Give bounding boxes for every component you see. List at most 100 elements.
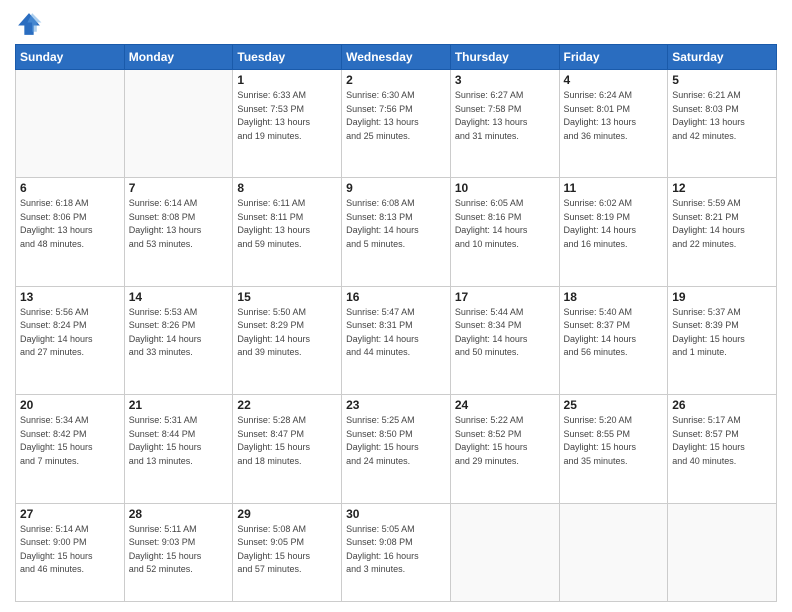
day-info: Sunrise: 5:28 AMSunset: 8:47 PMDaylight:… [237,414,337,468]
day-info: Sunrise: 5:05 AMSunset: 9:08 PMDaylight:… [346,523,446,577]
calendar-cell [450,503,559,601]
calendar-cell [668,503,777,601]
day-info: Sunrise: 6:08 AMSunset: 8:13 PMDaylight:… [346,197,446,251]
calendar-cell: 20Sunrise: 5:34 AMSunset: 8:42 PMDayligh… [16,395,125,503]
day-number: 13 [20,290,120,304]
calendar-cell: 25 Sunrise: 5:20 AMSunset: 8:55 PMDayligh… [559,395,668,503]
calendar-table: SundayMondayTuesdayWednesdayThursdayFrid… [15,44,777,602]
day-number: 16 [346,290,446,304]
logo-icon [15,10,43,38]
day-info: Sunrise: 5:31 AMSunset: 8:44 PMDaylight:… [129,414,229,468]
day-number: 21 [129,398,229,412]
day-info: Sunrise: 5:53 AMSunset: 8:26 PMDaylight:… [129,306,229,360]
day-number: 15 [237,290,337,304]
day-info: Sunrise: 6:21 AMSunset: 8:03 PMDaylight:… [672,89,772,143]
calendar-cell [124,70,233,178]
week-row-2: 6 Sunrise: 6:18 AMSunset: 8:06 PMDaylight… [16,178,777,286]
calendar-cell: 7Sunrise: 6:14 AMSunset: 8:08 PMDaylight… [124,178,233,286]
calendar-cell: 6 Sunrise: 6:18 AMSunset: 8:06 PMDaylight… [16,178,125,286]
calendar-cell: 30 Sunrise: 5:05 AMSunset: 9:08 PMDayligh… [342,503,451,601]
calendar-cell: 13 Sunrise: 5:56 AMSunset: 8:24 PMDayligh… [16,286,125,394]
day-number: 18 [564,290,664,304]
header [15,10,777,38]
calendar-cell: 8 Sunrise: 6:11 AMSunset: 8:11 PMDaylight… [233,178,342,286]
calendar-cell [16,70,125,178]
weekday-header-thursday: Thursday [450,45,559,70]
calendar-cell: 26 Sunrise: 5:17 AMSunset: 8:57 PMDayligh… [668,395,777,503]
day-info: Sunrise: 5:17 AMSunset: 8:57 PMDaylight:… [672,414,772,468]
calendar-cell: 18 Sunrise: 5:40 AMSunset: 8:37 PMDayligh… [559,286,668,394]
weekday-header-tuesday: Tuesday [233,45,342,70]
calendar-cell: 14 Sunrise: 5:53 AMSunset: 8:26 PMDayligh… [124,286,233,394]
calendar-cell: 17 Sunrise: 5:44 AMSunset: 8:34 PMDayligh… [450,286,559,394]
day-info: Sunrise: 5:25 AMSunset: 8:50 PMDaylight:… [346,414,446,468]
day-number: 26 [672,398,772,412]
day-number: 2 [346,73,446,87]
weekday-header-saturday: Saturday [668,45,777,70]
week-row-5: 27Sunrise: 5:14 AMSunset: 9:00 PMDayligh… [16,503,777,601]
day-number: 19 [672,290,772,304]
day-info: Sunrise: 6:11 AMSunset: 8:11 PMDaylight:… [237,197,337,251]
day-number: 9 [346,181,446,195]
day-number: 24 [455,398,555,412]
calendar-cell: 28Sunrise: 5:11 AMSunset: 9:03 PMDayligh… [124,503,233,601]
day-number: 10 [455,181,555,195]
day-info: Sunrise: 6:33 AMSunset: 7:53 PMDaylight:… [237,89,337,143]
day-number: 25 [564,398,664,412]
day-number: 4 [564,73,664,87]
day-info: Sunrise: 5:37 AMSunset: 8:39 PMDaylight:… [672,306,772,360]
week-row-1: 1 Sunrise: 6:33 AMSunset: 7:53 PMDaylight… [16,70,777,178]
calendar-cell: 15 Sunrise: 5:50 AMSunset: 8:29 PMDayligh… [233,286,342,394]
day-number: 20 [20,398,120,412]
day-info: Sunrise: 5:56 AMSunset: 8:24 PMDaylight:… [20,306,120,360]
calendar-cell: 10 Sunrise: 6:05 AMSunset: 8:16 PMDayligh… [450,178,559,286]
day-number: 23 [346,398,446,412]
day-info: Sunrise: 6:30 AMSunset: 7:56 PMDaylight:… [346,89,446,143]
day-info: Sunrise: 6:24 AMSunset: 8:01 PMDaylight:… [564,89,664,143]
day-number: 6 [20,181,120,195]
day-number: 5 [672,73,772,87]
calendar-cell: 29Sunrise: 5:08 AMSunset: 9:05 PMDayligh… [233,503,342,601]
page: SundayMondayTuesdayWednesdayThursdayFrid… [0,0,792,612]
day-info: Sunrise: 6:05 AMSunset: 8:16 PMDaylight:… [455,197,555,251]
day-number: 3 [455,73,555,87]
day-info: Sunrise: 5:22 AMSunset: 8:52 PMDaylight:… [455,414,555,468]
day-number: 28 [129,507,229,521]
day-info: Sunrise: 6:18 AMSunset: 8:06 PMDaylight:… [20,197,120,251]
day-number: 17 [455,290,555,304]
calendar-cell: 21 Sunrise: 5:31 AMSunset: 8:44 PMDayligh… [124,395,233,503]
calendar-cell: 22 Sunrise: 5:28 AMSunset: 8:47 PMDayligh… [233,395,342,503]
day-info: Sunrise: 5:20 AMSunset: 8:55 PMDaylight:… [564,414,664,468]
day-number: 14 [129,290,229,304]
weekday-header-row: SundayMondayTuesdayWednesdayThursdayFrid… [16,45,777,70]
calendar-cell [559,503,668,601]
day-number: 1 [237,73,337,87]
logo [15,10,45,38]
calendar-cell: 9 Sunrise: 6:08 AMSunset: 8:13 PMDaylight… [342,178,451,286]
calendar-cell: 11 Sunrise: 6:02 AMSunset: 8:19 PMDayligh… [559,178,668,286]
day-info: Sunrise: 5:47 AMSunset: 8:31 PMDaylight:… [346,306,446,360]
calendar-cell: 23 Sunrise: 5:25 AMSunset: 8:50 PMDayligh… [342,395,451,503]
day-number: 27 [20,507,120,521]
day-info: Sunrise: 5:50 AMSunset: 8:29 PMDaylight:… [237,306,337,360]
day-number: 11 [564,181,664,195]
week-row-3: 13 Sunrise: 5:56 AMSunset: 8:24 PMDayligh… [16,286,777,394]
day-info: Sunrise: 5:40 AMSunset: 8:37 PMDaylight:… [564,306,664,360]
day-info: Sunrise: 6:27 AMSunset: 7:58 PMDaylight:… [455,89,555,143]
calendar-cell: 16 Sunrise: 5:47 AMSunset: 8:31 PMDayligh… [342,286,451,394]
calendar-cell: 1 Sunrise: 6:33 AMSunset: 7:53 PMDaylight… [233,70,342,178]
day-info: Sunrise: 6:02 AMSunset: 8:19 PMDaylight:… [564,197,664,251]
weekday-header-monday: Monday [124,45,233,70]
calendar-cell: 3 Sunrise: 6:27 AMSunset: 7:58 PMDaylight… [450,70,559,178]
calendar-cell: 5 Sunrise: 6:21 AMSunset: 8:03 PMDaylight… [668,70,777,178]
calendar-cell: 24 Sunrise: 5:22 AMSunset: 8:52 PMDayligh… [450,395,559,503]
calendar-cell: 2 Sunrise: 6:30 AMSunset: 7:56 PMDaylight… [342,70,451,178]
weekday-header-friday: Friday [559,45,668,70]
calendar-cell: 27Sunrise: 5:14 AMSunset: 9:00 PMDayligh… [16,503,125,601]
day-info: Sunrise: 5:59 AMSunset: 8:21 PMDaylight:… [672,197,772,251]
day-number: 22 [237,398,337,412]
day-number: 8 [237,181,337,195]
day-number: 29 [237,507,337,521]
day-number: 30 [346,507,446,521]
day-info: Sunrise: 5:44 AMSunset: 8:34 PMDaylight:… [455,306,555,360]
